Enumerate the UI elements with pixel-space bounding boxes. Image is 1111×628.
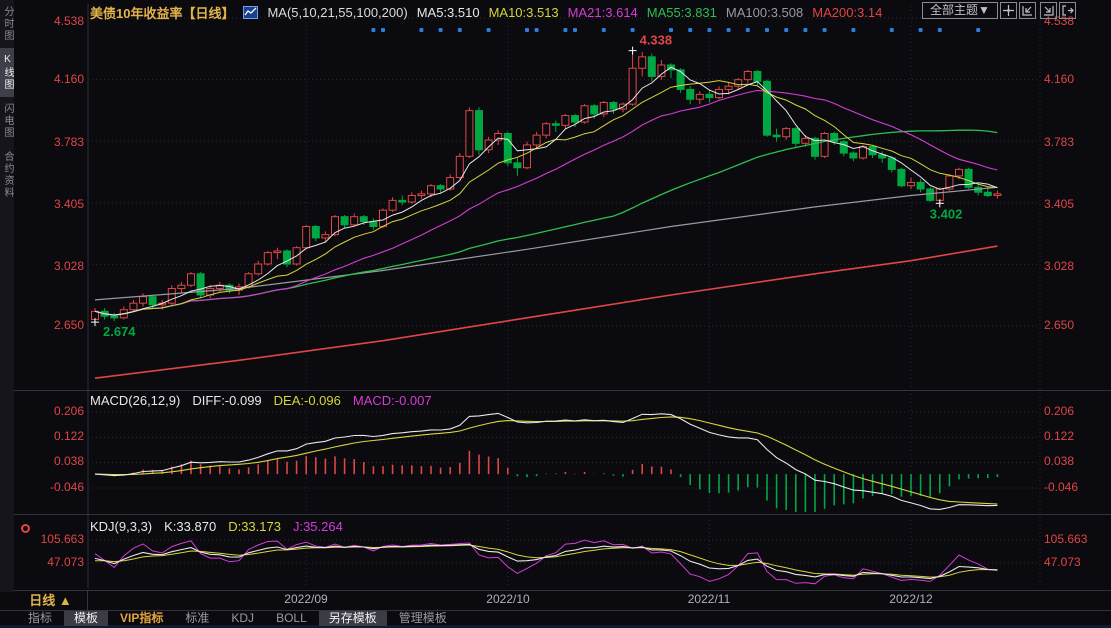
fit-left-icon[interactable] (1019, 2, 1036, 19)
ma5-value: MA5:3.510 (417, 5, 480, 20)
price-annotation: 2.674 (103, 324, 136, 339)
time-axis-label: 2022/11 (669, 592, 749, 606)
macd-axis-label-right: 0.038 (1044, 454, 1108, 469)
chart-icon (243, 6, 258, 19)
macd-layer (95, 413, 997, 512)
left-sidebar: 分时图 K线图 闪电图 合约资料 (0, 0, 14, 592)
sidebar-tab-time-chart[interactable]: 分时图 (0, 0, 14, 48)
ma21-value: MA21:3.614 (568, 5, 638, 20)
ma100-value: MA100:3.508 (726, 5, 803, 20)
kdj-d-value: D:33.173 (228, 519, 281, 534)
tab-kdj[interactable]: KDJ (221, 611, 264, 626)
chart-header: 美债10年收益率【日线】 MA(5,10,21,55,100,200) MA5:… (90, 3, 882, 21)
ma200-value: MA200:3.14 (812, 5, 882, 20)
chart-canvas[interactable]: 4.338 2.674 3.402 (0, 0, 1111, 592)
main-axis-label-right: 3.028 (1044, 259, 1108, 274)
macd-diff-value: DIFF:-0.099 (192, 393, 261, 408)
period-selector[interactable]: 日线 ▲ (14, 591, 88, 610)
ma-lines-layer (95, 67, 997, 378)
crosshair-icon[interactable] (1000, 2, 1017, 19)
kdj-layer (95, 540, 997, 584)
tab-save-template[interactable]: 另存模板 (319, 611, 387, 626)
kdj-marker-icon[interactable] (21, 524, 30, 533)
main-axis-label-right: 4.160 (1044, 72, 1108, 87)
macd-panel-header: MACD(26,12,9) DIFF:-0.099 DEA:-0.096 MAC… (90, 393, 432, 408)
tab-indicators[interactable]: 指标 (18, 611, 62, 626)
price-annotation: 4.338 (640, 33, 673, 48)
tab-boll[interactable]: BOLL (266, 611, 317, 626)
pop-out-icon[interactable] (1059, 2, 1076, 19)
price-annotation: 3.402 (930, 206, 963, 221)
macd-axis-label-right: 0.206 (1044, 404, 1108, 419)
kdj-k-value: K:33.870 (164, 519, 216, 534)
event-dots-layer (371, 28, 980, 32)
tab-standard[interactable]: 标准 (175, 611, 219, 626)
kdj-axis-label-right: 105.663 (1044, 532, 1108, 547)
fit-right-icon[interactable] (1040, 2, 1057, 19)
tab-templates[interactable]: 模板 (64, 611, 108, 626)
main-axis-label-right: 2.650 (1044, 318, 1108, 333)
tab-vip-indicators[interactable]: VIP指标 (110, 611, 173, 626)
kdj-j-value: J:35.264 (293, 519, 343, 534)
page-title: 美债10年收益率【日线】 (90, 3, 234, 22)
sidebar-tab-kline-chart[interactable]: K线图 (0, 48, 14, 97)
panel-divider (0, 514, 1111, 515)
panel-divider (0, 590, 1111, 591)
main-axis-label-right: 3.783 (1044, 135, 1108, 150)
sidebar-tab-contract-info[interactable]: 合约资料 (0, 145, 14, 205)
macd-axis-label-right: -0.046 (1044, 480, 1108, 495)
ma10-value: MA10:3.513 (489, 5, 559, 20)
trading-app-window: { "header": { "title": "美债10年收益率【日线】", "… (0, 0, 1111, 628)
tab-manage-template[interactable]: 管理模板 (389, 611, 457, 626)
macd-formula: MACD(26,12,9) (90, 393, 180, 408)
time-axis-label: 2022/09 (266, 592, 346, 606)
grid-layer (88, 4, 1040, 588)
sidebar-tab-lightning-chart[interactable]: 闪电图 (0, 97, 14, 145)
macd-dea-value: DEA:-0.096 (274, 393, 341, 408)
time-axis-label: 2022/12 (871, 592, 951, 606)
kdj-panel-header: KDJ(9,3,3) K:33.870 D:33.173 J:35.264 (90, 519, 343, 534)
ma-formula: MA(5,10,21,55,100,200) (267, 5, 407, 20)
panel-divider (0, 390, 1111, 391)
macd-macd-value: MACD:-0.007 (353, 393, 432, 408)
time-axis-label: 2022/10 (468, 592, 548, 606)
annotations-layer: 4.338 2.674 3.402 (91, 33, 962, 339)
kdj-formula: KDJ(9,3,3) (90, 519, 152, 534)
macd-axis-label-right: 0.122 (1044, 429, 1108, 444)
main-axis-label-right: 3.405 (1044, 197, 1108, 212)
kdj-axis-label-right: 47.073 (1044, 555, 1108, 570)
candles-layer (92, 51, 1001, 322)
bottom-toolbar: 指标 模板 VIP指标 标准 KDJ BOLL 另存模板 管理模板 (14, 611, 457, 626)
ma55-value: MA55:3.831 (647, 5, 717, 20)
theme-dropdown-button[interactable]: 全部主题▼ (922, 2, 998, 19)
